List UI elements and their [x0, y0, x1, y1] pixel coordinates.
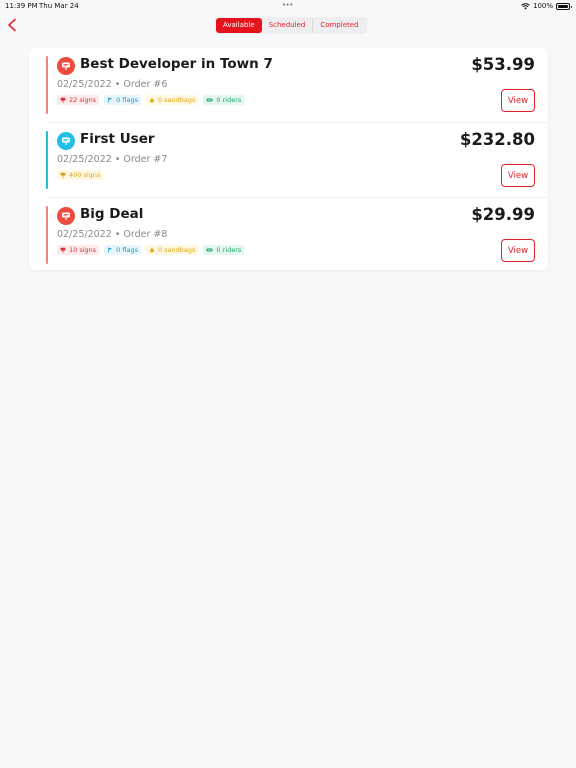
flags-count: 0 flags [116, 96, 138, 104]
order-tags: 400 signs [57, 170, 104, 180]
status-bar-indicator [46, 206, 48, 264]
sign-avatar-icon [57, 57, 75, 75]
order-tags: 22 signs 0 flags 0 sandbags 0 riders [57, 95, 245, 105]
order-meta: 02/25/2022 • Order #7 [57, 154, 168, 165]
order-meta: 02/25/2022 • Order #8 [57, 229, 168, 240]
view-order-button[interactable]: View [501, 239, 535, 262]
signs-tag: 10 signs [57, 245, 100, 255]
status-bar: 11:39 PM Thu Mar 24 ••• 100% [0, 0, 576, 12]
status-bar-indicator [46, 56, 48, 114]
riders-tag: 0 riders [203, 245, 245, 255]
order-tags: 10 signs 0 flags 0 sandbags 0 riders [57, 245, 245, 255]
tab-completed[interactable]: Completed [313, 18, 365, 33]
flag-icon [108, 247, 113, 253]
sandbags-count: 0 sandbags [157, 96, 196, 104]
order-price: $53.99 [471, 55, 535, 74]
view-order-button[interactable]: View [501, 164, 535, 187]
sandbag-icon [149, 97, 154, 103]
multitasking-dots-icon[interactable]: ••• [282, 1, 293, 9]
order-item[interactable]: Big Deal 02/25/2022 • Order #8 10 signs … [29, 198, 548, 272]
flag-icon [108, 97, 113, 103]
status-date: Thu Mar 24 [39, 2, 79, 10]
riders-tag: 0 riders [203, 95, 245, 105]
rider-icon [207, 248, 213, 252]
rider-icon [207, 98, 213, 102]
signs-tag: 400 signs [57, 170, 104, 180]
signs-count: 10 signs [69, 246, 97, 254]
signs-count: 22 signs [69, 96, 97, 104]
status-bar-indicator [46, 131, 48, 189]
sign-icon [60, 172, 66, 178]
sign-icon [60, 97, 66, 103]
flags-tag: 0 flags [104, 245, 141, 255]
sandbag-icon [149, 247, 154, 253]
order-title: Best Developer in Town 7 [80, 56, 273, 72]
order-title: Big Deal [80, 206, 144, 222]
signs-count: 400 signs [69, 171, 101, 179]
sandbags-tag: 0 sandbags [145, 245, 199, 255]
order-meta: 02/25/2022 • Order #6 [57, 79, 168, 90]
riders-count: 0 riders [216, 96, 242, 104]
sign-avatar-icon [57, 207, 75, 225]
battery-percent: 100% [532, 2, 553, 10]
status-time: 11:39 PM [5, 2, 38, 10]
flags-count: 0 flags [116, 246, 138, 254]
order-title: First User [80, 131, 155, 147]
order-price: $29.99 [471, 205, 535, 224]
battery-icon [556, 2, 572, 10]
view-order-button[interactable]: View [501, 89, 535, 112]
status-segmented-control: Available Scheduled Completed [215, 17, 367, 34]
wifi-icon [521, 2, 530, 9]
orders-list: Best Developer in Town 7 02/25/2022 • Or… [29, 48, 548, 270]
order-item[interactable]: Best Developer in Town 7 02/25/2022 • Or… [29, 48, 548, 122]
tab-available[interactable]: Available [216, 18, 262, 33]
riders-count: 0 riders [216, 246, 242, 254]
sandbags-tag: 0 sandbags [145, 95, 199, 105]
signs-tag: 22 signs [57, 95, 100, 105]
sign-avatar-icon [57, 132, 75, 150]
flags-tag: 0 flags [104, 95, 141, 105]
sign-icon [60, 247, 66, 253]
order-item[interactable]: First User 02/25/2022 • Order #7 400 sig… [29, 123, 548, 197]
tab-scheduled[interactable]: Scheduled [262, 18, 314, 33]
order-price: $232.80 [459, 130, 535, 149]
back-chevron-icon[interactable] [6, 18, 18, 32]
sandbags-count: 0 sandbags [157, 246, 196, 254]
